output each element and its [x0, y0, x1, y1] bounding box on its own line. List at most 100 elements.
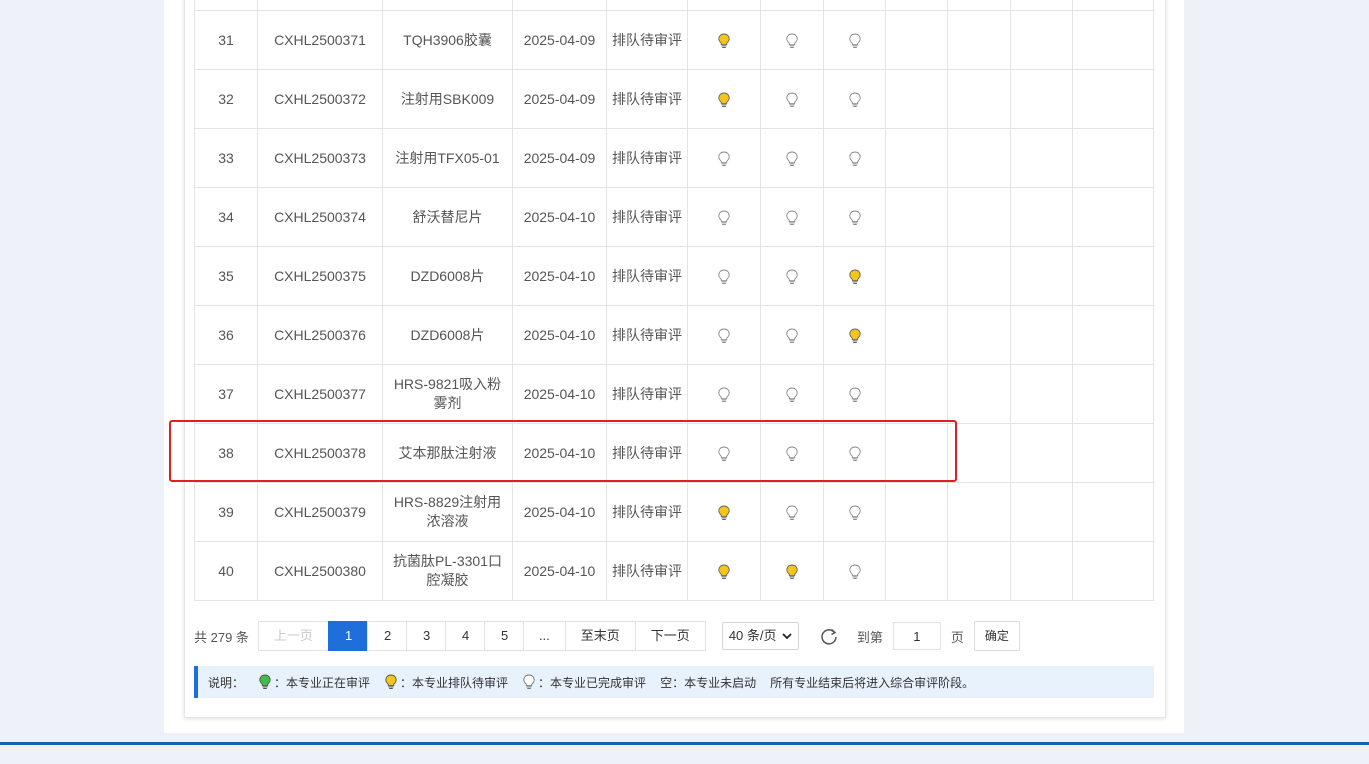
- bulb-white-icon: [848, 564, 861, 579]
- discipline-6-cell: [1010, 541, 1073, 601]
- legend-reviewing: ：本专业正在审评: [258, 674, 370, 691]
- drug-name: DZD6008片: [382, 246, 513, 306]
- discipline-4-cell: [885, 541, 948, 601]
- discipline-7-cell: [1072, 10, 1154, 70]
- table-body: 31 CXHL2500371 TQH3906胶囊 2025-04-09 排队待审评 32 C…: [194, 0, 1154, 601]
- status-cell: 排队待审评: [606, 10, 688, 70]
- confirm-button[interactable]: 确定: [973, 621, 1020, 651]
- discipline-1-cell: [687, 187, 761, 247]
- page-1-button[interactable]: 1: [327, 621, 368, 651]
- bulb-white-icon: [786, 269, 798, 284]
- legend-title: 说明：: [208, 675, 245, 690]
- refresh-icon[interactable]: [819, 626, 839, 646]
- prev-page-button[interactable]: 上一页: [257, 621, 329, 651]
- row-number: 32: [194, 69, 258, 129]
- discipline-2-cell: [760, 69, 824, 129]
- discipline-4-cell: [885, 364, 948, 424]
- drug-name: HRS-8829注射用浓溶液: [382, 482, 513, 542]
- discipline-1-cell: [687, 305, 761, 365]
- bulb-white-icon: [786, 33, 798, 48]
- discipline-7-cell: [1072, 305, 1154, 365]
- bulb-white-icon: [718, 446, 730, 461]
- bulb-white-icon: [786, 505, 798, 520]
- bulb-white-icon: [786, 387, 798, 402]
- last-page-button[interactable]: 至末页: [564, 621, 636, 651]
- bulb-white-icon: [848, 210, 861, 225]
- page-size-select[interactable]: 40 条/页: [721, 622, 799, 650]
- discipline-6-cell: [1010, 69, 1073, 129]
- discipline-6-cell: [1010, 187, 1073, 247]
- discipline-3-cell: [823, 364, 886, 424]
- discipline-6-cell: [1010, 128, 1073, 188]
- review-table: 31 CXHL2500371 TQH3906胶囊 2025-04-09 排队待审评 32 C…: [194, 0, 1154, 601]
- page-4-button[interactable]: 4: [444, 621, 485, 651]
- acceptance-code: CXHL2500380: [257, 541, 383, 601]
- table-row: 31 CXHL2500371 TQH3906胶囊 2025-04-09 排队待审评: [194, 10, 1154, 70]
- discipline-1-cell: [687, 10, 761, 70]
- row-number: 35: [194, 246, 258, 306]
- discipline-5-cell: [947, 128, 1011, 188]
- page-2-button[interactable]: 2: [366, 621, 407, 651]
- legend-bar: 说明： ：本专业正在审评 ：本专业排队待审评 ：本专业已完成审评 空：本专业未启…: [194, 666, 1154, 698]
- discipline-5-cell: [947, 364, 1011, 424]
- drug-name: DZD6008片: [382, 305, 513, 365]
- bulb-white-icon: [718, 210, 730, 225]
- row-number: 31: [194, 10, 258, 70]
- discipline-4-cell: [885, 482, 948, 542]
- goto-page-input[interactable]: 1: [892, 622, 941, 650]
- status-cell: 排队待审评: [606, 423, 688, 483]
- bulb-white-icon: [848, 505, 861, 520]
- discipline-7-cell: [1072, 246, 1154, 306]
- acceptance-code: CXHL2500372: [257, 69, 383, 129]
- bulb-white-icon: [718, 269, 730, 284]
- table-row: 33 CXHL2500373 注射用TFX05-01 2025-04-09 排队待审评: [194, 128, 1154, 188]
- discipline-3-cell: [823, 128, 886, 188]
- status-cell: 排队待审评: [606, 482, 688, 542]
- drug-name: 注射用TFX05-01: [382, 128, 513, 188]
- discipline-1-cell: [687, 246, 761, 306]
- legend-done-text: ：本专业已完成审评: [538, 675, 647, 690]
- discipline-6-cell: [1010, 246, 1073, 306]
- bulb-yellow-icon: [385, 674, 397, 689]
- drug-name: 抗菌肽PL-3301口腔凝胶: [382, 541, 513, 601]
- acceptance-code: CXHL2500379: [257, 482, 383, 542]
- discipline-4-cell: [885, 10, 948, 70]
- goto-label: 到第: [856, 629, 883, 645]
- discipline-1-cell: [687, 69, 761, 129]
- status-cell: 排队待审评: [606, 305, 688, 365]
- bulb-white-icon: [786, 328, 798, 343]
- bulb-green-icon: [259, 674, 271, 689]
- table-row: 39 CXHL2500379 HRS-8829注射用浓溶液 2025-04-10 排队待…: [194, 482, 1154, 542]
- acceptance-code: CXHL2500375: [257, 246, 383, 306]
- discipline-6-cell: [1010, 423, 1073, 483]
- acceptance-code: CXHL2500371: [257, 10, 383, 70]
- bulb-yellow-icon: [718, 33, 730, 48]
- discipline-5-cell: [947, 482, 1011, 542]
- next-page-button[interactable]: 下一页: [634, 621, 706, 651]
- discipline-7-cell: [1072, 541, 1154, 601]
- bulb-white-icon: [786, 151, 798, 166]
- bulb-white-icon: [523, 674, 535, 689]
- date-cell: 2025-04-10: [512, 364, 607, 424]
- legend-done: ：本专业已完成审评: [522, 674, 646, 691]
- page-3-button[interactable]: 3: [405, 621, 446, 651]
- acceptance-code: CXHL2500377: [257, 364, 383, 424]
- discipline-2-cell: [760, 10, 824, 70]
- status-cell: 排队待审评: [606, 69, 688, 129]
- bulb-white-icon: [848, 33, 861, 48]
- discipline-3-cell: [823, 246, 886, 306]
- status-cell: 排队待审评: [606, 541, 688, 601]
- discipline-3-cell: [823, 482, 886, 542]
- page-5-button[interactable]: 5: [483, 621, 524, 651]
- acceptance-code: CXHL2500374: [257, 187, 383, 247]
- table-row: 40 CXHL2500380 抗菌肽PL-3301口腔凝胶 2025-04-10 排队待…: [194, 541, 1154, 601]
- discipline-1-cell: [687, 423, 761, 483]
- discipline-3-cell: [823, 69, 886, 129]
- acceptance-code: CXHL2500376: [257, 305, 383, 365]
- discipline-1-cell: [687, 541, 761, 601]
- chevron-down-icon: [782, 633, 792, 640]
- discipline-1-cell: [687, 482, 761, 542]
- discipline-5-cell: [947, 423, 1011, 483]
- table-row: 35 CXHL2500375 DZD6008片 2025-04-10 排队待审评: [194, 246, 1154, 306]
- pagination: 共 279 条 上一页 1 2 3 4 5 ... 至末页 下一页 40 条/页…: [194, 621, 1020, 651]
